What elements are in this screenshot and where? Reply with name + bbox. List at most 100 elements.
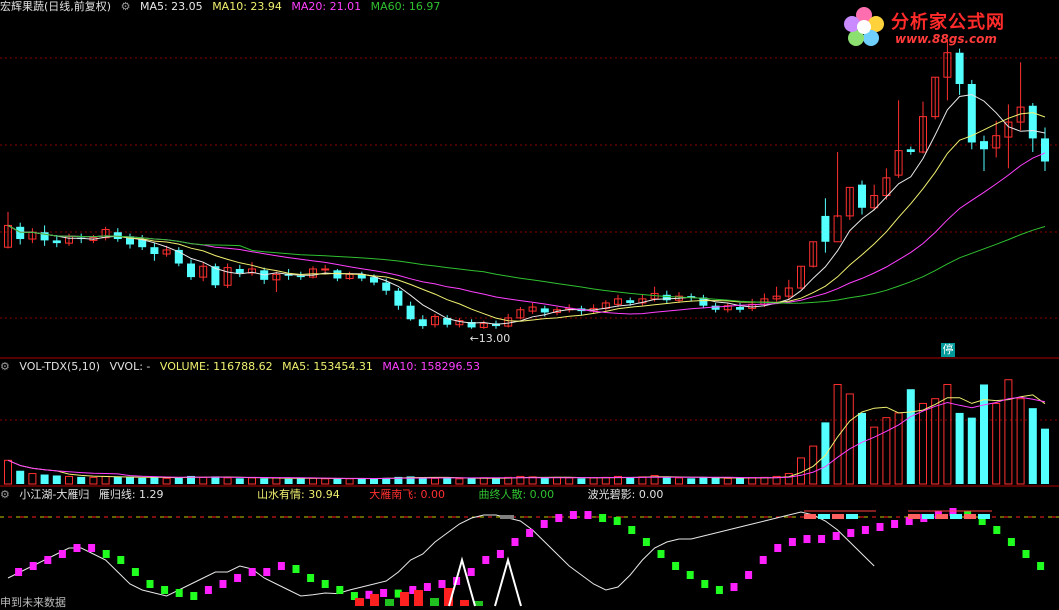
level-marker bbox=[922, 514, 934, 519]
indicator-block bbox=[336, 586, 344, 594]
volume-bar-down bbox=[736, 478, 744, 484]
volume-bar-up bbox=[199, 476, 208, 485]
indicator-block bbox=[526, 529, 534, 537]
volume-bar-down bbox=[138, 477, 147, 484]
volume-bar-down bbox=[821, 422, 830, 484]
volume-bar-up bbox=[309, 477, 317, 485]
settings-icon[interactable]: ⚙ bbox=[0, 360, 10, 373]
chart-canvas: ←13.00 bbox=[0, 39, 1059, 607]
indicator-block bbox=[876, 523, 884, 531]
settings-icon[interactable]: ⚙ bbox=[121, 0, 131, 13]
ma5-line bbox=[7, 94, 1046, 325]
volume-bar-up bbox=[162, 477, 171, 485]
vvol-value: VVOL: - bbox=[109, 360, 151, 373]
site-logo: 分析家公式网 www.88gs.com bbox=[839, 4, 1049, 50]
indicator-block bbox=[686, 571, 694, 579]
stock-title[interactable]: 宏辉果蔬(日线,前复权) bbox=[0, 0, 111, 13]
ma10-line bbox=[7, 112, 1046, 322]
volume-bar-down bbox=[126, 477, 134, 484]
indicator-block bbox=[117, 556, 125, 564]
indicator-block bbox=[248, 568, 256, 576]
candle-down bbox=[16, 226, 25, 240]
candle-down bbox=[821, 215, 830, 242]
volume-bar-down bbox=[662, 477, 671, 484]
candle-down bbox=[540, 308, 549, 313]
level-marker bbox=[978, 514, 990, 519]
volume-bar-up bbox=[1004, 379, 1013, 485]
volume-bar-down bbox=[492, 478, 500, 484]
indicator-block bbox=[832, 532, 840, 540]
volume-bar-down bbox=[955, 412, 964, 484]
indicator-block bbox=[599, 514, 607, 522]
volume-bar-up bbox=[931, 398, 940, 485]
volume-bar-down bbox=[260, 478, 269, 484]
volume-bar-up bbox=[565, 477, 574, 485]
indicator-block bbox=[219, 580, 227, 588]
dayan-value: 大雁南飞: 0.00 bbox=[369, 488, 445, 501]
candle-down bbox=[418, 319, 427, 327]
volume-bar-up bbox=[784, 473, 793, 485]
indicator-block bbox=[993, 526, 1001, 534]
quzhong-value: 曲终人散: 0.00 bbox=[478, 488, 555, 501]
indicator-block bbox=[628, 526, 636, 534]
yangui-line-value: 雁归线: 1.29 bbox=[98, 488, 164, 501]
volume-bar-up bbox=[1016, 398, 1025, 485]
volume-bar-up bbox=[589, 477, 598, 485]
level-marker bbox=[832, 514, 844, 519]
candle-down bbox=[736, 307, 744, 310]
volume-bar-down bbox=[296, 478, 305, 484]
ma60-value: MA60: 16.97 bbox=[370, 0, 441, 13]
indicator-header: ⚙ 小江湖-大雁归 雁归线: 1.29 山水有情: 30.94 大雁南飞: 0.… bbox=[0, 488, 669, 502]
volume-bar-down bbox=[443, 477, 452, 484]
indicator-block bbox=[569, 511, 577, 519]
indicator-block bbox=[861, 526, 869, 534]
volume-bar-down bbox=[357, 478, 366, 484]
indicator-block bbox=[642, 538, 650, 546]
indicator-block bbox=[1007, 538, 1015, 546]
indicator-block bbox=[161, 586, 169, 594]
volume-bar-down bbox=[626, 477, 635, 484]
candle-down bbox=[394, 290, 403, 306]
candle-down bbox=[858, 184, 866, 208]
indicator-block bbox=[277, 562, 285, 570]
signal-bar bbox=[355, 598, 364, 606]
volume-bar-down bbox=[687, 478, 696, 484]
volume-bar-up bbox=[65, 475, 73, 485]
indicator-block bbox=[204, 586, 212, 594]
candle-down bbox=[52, 240, 61, 244]
ma60-line bbox=[7, 224, 1046, 304]
volume-bar-down bbox=[284, 478, 293, 484]
indicator-block bbox=[774, 544, 782, 552]
indicator-block bbox=[555, 514, 563, 522]
volume-bar-up bbox=[479, 477, 488, 485]
indicator-block bbox=[847, 529, 855, 537]
vol-ma10-value: MA10: 158296.53 bbox=[382, 360, 481, 373]
vol-indicator-name[interactable]: VOL-TDX(5,10) bbox=[19, 360, 100, 373]
ma10-value: MA10: 23.94 bbox=[212, 0, 282, 13]
indicator-block bbox=[175, 589, 183, 597]
settings-icon[interactable]: ⚙ bbox=[0, 488, 10, 501]
vol-ma5-value: MA5: 153454.31 bbox=[282, 360, 373, 373]
limit-up-badge: 停 bbox=[941, 343, 955, 357]
candle-down bbox=[1041, 138, 1049, 162]
logo-url[interactable]: www.88gs.com bbox=[895, 32, 997, 46]
indicator-block bbox=[701, 580, 709, 588]
volume-bar-up bbox=[345, 478, 354, 485]
indicator-block bbox=[803, 535, 811, 543]
indicator-name[interactable]: 小江湖-大雁归 bbox=[19, 488, 89, 501]
indicator-block bbox=[496, 550, 504, 558]
volume-bar-down bbox=[1041, 428, 1049, 484]
volume-bar-down bbox=[711, 477, 720, 484]
logo-text: 分析家公式网 bbox=[891, 12, 1005, 33]
flower-logo-icon bbox=[844, 7, 884, 46]
volume-bar-up bbox=[4, 459, 12, 485]
volume-bar-up bbox=[992, 402, 1001, 485]
volume-bar-down bbox=[174, 477, 183, 484]
indicator-block bbox=[15, 568, 23, 576]
level-marker bbox=[908, 514, 920, 519]
indicator-block bbox=[482, 556, 490, 564]
signal-bar bbox=[414, 590, 423, 606]
indicator-block bbox=[715, 586, 723, 594]
indicator-block bbox=[657, 550, 665, 558]
volume-bar-down bbox=[235, 478, 244, 484]
